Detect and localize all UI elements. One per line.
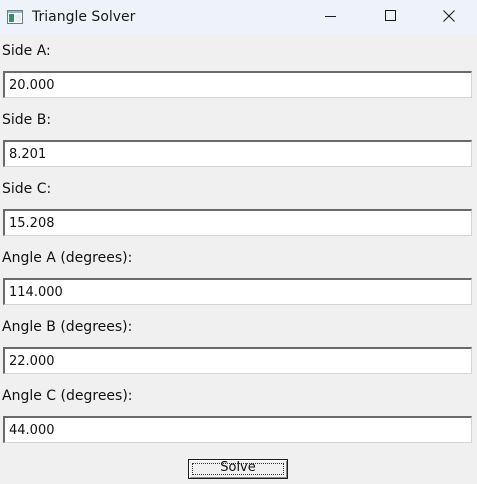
angle-c-label: Angle C (degrees): — [2, 388, 133, 404]
side-b-label: Side B: — [2, 112, 52, 128]
side-c-label: Side C: — [2, 181, 52, 197]
side-a-label: Side A: — [2, 43, 51, 59]
angle-b-input[interactable] — [3, 347, 472, 374]
angle-a-label: Angle A (degrees): — [2, 250, 133, 266]
solve-button-label: Solve — [220, 460, 256, 475]
solve-button[interactable]: Solve — [188, 459, 288, 479]
angle-a-input[interactable] — [3, 278, 472, 305]
minimize-button[interactable] — [302, 0, 360, 34]
angle-b-label: Angle B (degrees): — [2, 319, 133, 335]
side-c-input[interactable] — [3, 209, 472, 236]
title-bar[interactable]: Triangle Solver — [0, 0, 477, 34]
minimize-icon — [325, 16, 336, 17]
angle-c-input[interactable] — [3, 416, 472, 443]
maximize-icon — [385, 10, 396, 21]
triangle-solver-window: Triangle Solver Side A: Side B: Side C: … — [0, 0, 477, 484]
side-b-input[interactable] — [3, 140, 472, 167]
window-title: Triangle Solver — [32, 9, 136, 25]
close-button[interactable] — [420, 0, 477, 34]
close-icon — [443, 10, 455, 22]
maximize-button[interactable] — [361, 0, 419, 34]
window-app-icon — [7, 9, 23, 24]
side-a-input[interactable] — [3, 71, 472, 98]
